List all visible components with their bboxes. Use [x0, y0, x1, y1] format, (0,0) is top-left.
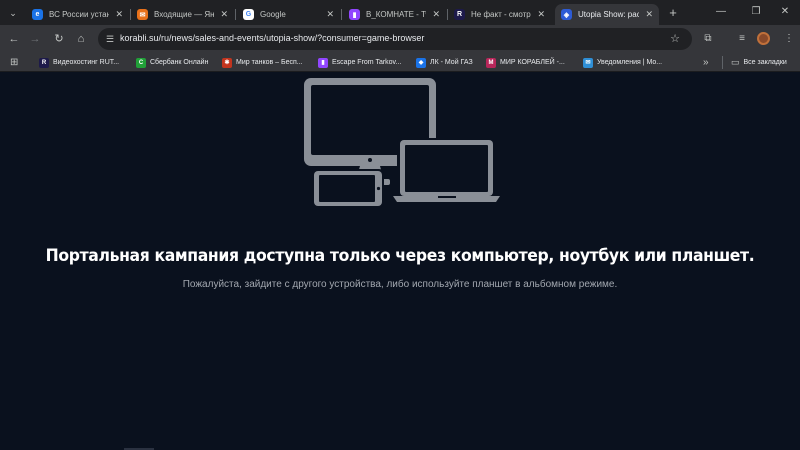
close-icon[interactable]: ✕	[115, 9, 123, 20]
shield-icon: ◈	[561, 9, 572, 20]
devices-illustration-icon	[304, 78, 500, 208]
restore-button[interactable]: ❐	[746, 5, 766, 19]
minimize-button[interactable]: —	[711, 5, 731, 19]
tab-title: В_КОМНАТЕ - Twit	[366, 10, 426, 19]
twitch-icon: ▮	[349, 9, 360, 20]
tab-title: Utopia Show: расс	[578, 10, 640, 19]
twitch-icon: ▮	[318, 57, 328, 68]
more-bookmarks-icon[interactable]: »	[703, 56, 709, 69]
rutube-icon: R	[454, 9, 465, 20]
apps-icon[interactable]: ⊞	[10, 56, 18, 69]
bookmark-4[interactable]: ◆ ЛК - Мой ГАЗ	[416, 56, 481, 69]
forward-button[interactable]: →	[27, 31, 43, 47]
tab-2[interactable]: G Google ✕	[237, 4, 340, 25]
google-icon: G	[243, 9, 254, 20]
page-headline: Портальная кампания доступна только чере…	[45, 246, 755, 266]
tab-4[interactable]: R Не факт - смотре ✕	[448, 4, 551, 25]
tab-title: Google	[260, 10, 286, 19]
tab-5-active[interactable]: ◈ Utopia Show: расс ✕	[555, 4, 659, 25]
close-icon[interactable]: ✕	[432, 9, 440, 20]
tab-0[interactable]: e ВС России устано ✕	[26, 4, 129, 25]
bookmark-label: МИР КОРАБЛЕЙ -...	[500, 59, 565, 66]
bookmark-3[interactable]: ▮ Escape From Tarkov...	[318, 56, 408, 69]
close-icon[interactable]: ✕	[537, 9, 545, 20]
tab-title: Входящие — Янде	[154, 10, 215, 19]
bookmark-label: Видеохостинг RUT...	[53, 59, 120, 66]
page-subline: Пожалуйста, зайдите с другого устройства…	[182, 279, 618, 290]
home-button[interactable]: ⌂	[73, 31, 89, 47]
bookmark-label: Escape From Tarkov...	[332, 59, 402, 66]
back-button[interactable]: ←	[6, 31, 22, 47]
tab-title: ВС России устано	[49, 10, 110, 19]
reload-button[interactable]: ↻	[51, 31, 67, 47]
sberbank-icon: С	[136, 57, 146, 68]
circle-e-icon: e	[32, 9, 43, 20]
bookmark-5[interactable]: M МИР КОРАБЛЕЙ -...	[486, 56, 571, 69]
tab-strip: ⌄ e ВС России устано ✕ ✉ Входящие — Янде…	[0, 0, 800, 25]
all-bookmarks-label: Все закладки	[743, 59, 787, 66]
site-info-icon[interactable]: ☰	[104, 33, 116, 45]
bookmark-0[interactable]: R Видеохостинг RUT...	[39, 56, 129, 69]
all-bookmarks[interactable]: ▭ Все закладки	[731, 56, 787, 69]
korabli-icon: M	[486, 57, 496, 68]
bookmark-star-icon[interactable]: ☆	[670, 32, 680, 45]
bookmark-6[interactable]: ✉ Уведомления | Мо...	[583, 56, 669, 69]
close-icon[interactable]: ✕	[326, 9, 334, 20]
bookmarks-bar: ⊞ R Видеохостинг RUT... С Сбербанк Онлай…	[0, 53, 800, 72]
bookmark-label: Мир танков – Бесп...	[236, 59, 303, 66]
tanks-icon: ✱	[222, 57, 232, 68]
tab-1[interactable]: ✉ Входящие — Янде ✕	[131, 4, 234, 25]
extensions-icon[interactable]: ⧉	[700, 31, 716, 47]
bookmark-1[interactable]: С Сбербанк Онлайн	[136, 56, 216, 69]
browser-toolbar: ← → ↻ ⌂ ☰ korabli.su/ru/news/sales-and-e…	[0, 25, 800, 53]
rutube-icon: R	[39, 57, 49, 68]
bookmark-label: Сбербанк Онлайн	[150, 59, 209, 66]
tab-title: Не факт - смотре	[471, 10, 532, 19]
menu-icon[interactable]: ⋮	[781, 31, 797, 47]
bookmark-label: ЛК - Мой ГАЗ	[430, 59, 473, 66]
bookmark-label: Уведомления | Мо...	[597, 59, 663, 66]
tab-search-icon[interactable]: ⌄	[4, 4, 22, 22]
media-controls-icon[interactable]: ≡	[734, 31, 750, 47]
close-icon[interactable]: ✕	[645, 9, 653, 20]
address-bar[interactable]: ☰ korabli.su/ru/news/sales-and-events/ut…	[98, 28, 692, 50]
gas-icon: ◆	[416, 57, 426, 68]
new-tab-button[interactable]: +	[665, 5, 681, 21]
mail-icon: ✉	[137, 9, 148, 20]
window-close-button[interactable]: ✕	[775, 5, 795, 19]
folder-icon: ▭	[731, 57, 740, 67]
tab-3[interactable]: ▮ В_КОМНАТЕ - Twit ✕	[343, 4, 446, 25]
profile-avatar[interactable]	[757, 32, 770, 45]
notifications-icon: ✉	[583, 57, 593, 68]
url-text[interactable]: korabli.su/ru/news/sales-and-events/utop…	[120, 33, 424, 43]
bookmark-2[interactable]: ✱ Мир танков – Бесп...	[222, 56, 310, 69]
close-icon[interactable]: ✕	[220, 9, 228, 20]
